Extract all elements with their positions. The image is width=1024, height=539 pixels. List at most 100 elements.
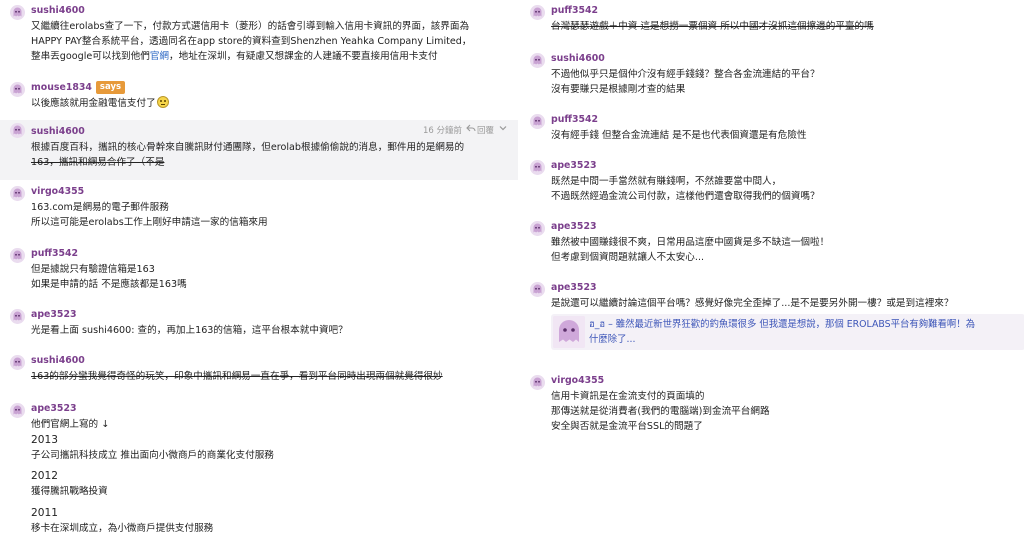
avatar-icon[interactable] — [10, 5, 25, 20]
username-link[interactable]: virgo4355 — [551, 373, 604, 388]
history-year: 2011 — [31, 506, 58, 519]
comment-text-line: 163.com是網易的電子郵件服務 — [31, 200, 510, 215]
comment-text: 安全與否就是金流平台SSL的問題了 — [551, 421, 703, 433]
comment-item: virgo4355 163.com是網易的電子郵件服務 所以這可能是erolabs工… — [0, 183, 518, 230]
username-link[interactable]: ape3523 — [31, 401, 77, 416]
avatar-icon[interactable] — [10, 123, 25, 138]
comment-header: ape3523 — [31, 400, 510, 417]
comment-item: ape3523 他們官網上寫的 ↓ 2013 子公司攜訊科技成立 推出面向小微商戶的商… — [0, 400, 518, 536]
history-text: 移卡在深圳成立，為小微商戶提供支付服務 — [31, 522, 214, 534]
comment-text-line: 那傳送就是從消費者(我們的電腦端)到金流平台網路 — [551, 404, 1016, 419]
username-link[interactable]: sushi4600 — [31, 124, 85, 139]
avatar-icon[interactable] — [10, 186, 25, 201]
comment-text-line: 如果是申請的話 不是應該都是163嗎 — [31, 277, 510, 292]
avatar-icon[interactable] — [530, 114, 545, 129]
comment-text: 根據百度百科，攜訊的核心骨幹來自騰訊財付通團隊，但erolab根據偷偷說的消息，… — [31, 142, 465, 153]
strikethrough-text: 163，攜訊和網易合作了（不是 — [31, 157, 165, 169]
comment-text-line: 但是據說只有驗證信箱是163 — [31, 262, 510, 277]
avatar-icon[interactable] — [530, 221, 545, 236]
smiley-emoji-icon — [156, 96, 169, 108]
history-text: 獲得騰訊戰略投資 — [31, 486, 108, 498]
username-link[interactable]: puff3542 — [551, 112, 598, 127]
quote-text: ฮ_ฮ – 雖然最近新世界狂歡的釣魚環很多 但我還是想說，那個 EROLABS平… — [589, 319, 976, 331]
comment-text-line: 雖然被中國賺錢很不爽，日常用品這麼中國貨是多不缺這一個啦！ — [551, 235, 1016, 250]
comment-text: 不過他似乎只是個仲介沒有經手錢錢？整合各金流連結的平台？ — [551, 69, 820, 80]
comment-text: 不過既然經過金流公司付款，這樣他們還會取得我們的個資嗎？ — [551, 191, 820, 203]
comment-text: 如果是申請的話 不是應該都是163嗎 — [31, 279, 187, 291]
history-text: 子公司攜訊科技成立 推出面向小微商戶的商業化支付服務 — [31, 450, 274, 462]
reply-arrow-icon — [466, 123, 476, 139]
comment-text: 他們官網上寫的 ↓ — [31, 419, 110, 430]
avatar-icon[interactable] — [10, 82, 25, 97]
comment-item: sushi4600 不過他似乎只是個仲介沒有經手錢錢？整合各金流連結的平台？ 沒有要… — [520, 50, 1024, 97]
comment-header: virgo4355 — [31, 183, 510, 200]
comment-text-line: 根據百度百科，攜訊的核心骨幹來自騰訊財付通團隊，但erolab根據偷偷說的消息，… — [31, 140, 510, 155]
avatar-icon[interactable] — [10, 403, 25, 418]
avatar-icon[interactable] — [530, 282, 545, 297]
comment-text-line: 但考慮到個資問題就讓人不太安心... — [551, 250, 1016, 265]
comment-text-line: 又繼續往erolabs查了一下，付款方式選信用卡（菱形）的話會引導到輸入信用卡資… — [31, 19, 510, 34]
avatar-icon[interactable] — [530, 375, 545, 390]
username-link[interactable]: puff3542 — [31, 246, 78, 261]
comment-text-line: 既然是中間一手當然就有賺錢啊，不然誰要當中間人， — [551, 174, 1016, 189]
comment-header: sushi4600 — [31, 2, 510, 19]
comment-text-line: 163，攜訊和網易合作了（不是 — [31, 155, 510, 170]
comment-header: mouse1834 says — [31, 79, 510, 96]
username-link[interactable]: sushi4600 — [551, 51, 605, 66]
comment-item: sushi4600 163的部分蠻我覺得奇怪的玩笑，印象中攜訊和網易一直在爭，看到… — [0, 352, 518, 384]
username-link[interactable]: ape3523 — [551, 219, 597, 234]
quote-thumbnail-icon — [553, 316, 585, 349]
comment-text: 信用卡資訊是在金流支付的頁面填的 — [551, 391, 705, 402]
comment-header: puff3542 — [31, 245, 510, 262]
comment-text-line: 163的部分蠻我覺得奇怪的玩笑，印象中攜訊和網易一直在爭，看到平台同時出現兩個就… — [31, 369, 510, 384]
username-link[interactable]: ape3523 — [31, 307, 77, 322]
avatar-icon[interactable] — [530, 160, 545, 175]
username-link[interactable]: ape3523 — [551, 158, 597, 173]
chevron-down-icon[interactable] — [498, 123, 508, 139]
comment-header: ape3523 — [551, 218, 1016, 235]
comment-header: puff3542 — [551, 111, 1016, 128]
avatar-icon[interactable] — [10, 355, 25, 370]
official-site-link[interactable]: 官網 — [150, 51, 169, 62]
comment-text: 光是看上面 sushi4600: 查的，再加上163的信箱，這平台根本就中資吧？ — [31, 325, 348, 336]
comment-text: ，地址在深圳，有疑慮又想課金的人建議不要直接用信用卡支付 — [169, 51, 438, 63]
avatar-icon[interactable] — [530, 5, 545, 20]
comment-text-line: HAPPY PAY整合系統平台，透過同名在app store的資料查到Shenz… — [31, 34, 510, 49]
comment-timestamp: 16 分鐘前 — [422, 125, 462, 136]
username-link[interactable]: mouse1834 — [31, 80, 92, 95]
comment-item: ape3523 是說還可以繼續討論這個平台嗎？感覺好像完全歪掉了...是不是要另外… — [520, 279, 1024, 351]
quote-text: 什麼除了... — [589, 334, 636, 346]
comment-text: 整串丟google可以找到他們 — [31, 51, 150, 63]
username-link[interactable]: puff3542 — [551, 3, 598, 18]
comment-item: virgo4355 信用卡資訊是在金流支付的頁面填的那傳送就是從消費者(我們的電腦… — [520, 372, 1024, 435]
comment-item: puff3542 但是據說只有驗證信箱是163 如果是申請的話 不是應該都是163嗎 — [0, 245, 518, 292]
comment-item: sushi4600 又繼續往erolabs查了一下，付款方式選信用卡（菱形）的話會… — [0, 2, 518, 65]
comment-header: ape3523 — [31, 306, 510, 323]
says-badge: says — [95, 81, 126, 94]
avatar-icon[interactable] — [530, 53, 545, 68]
username-link[interactable]: sushi4600 — [31, 3, 85, 18]
comment-text: 以後應該就用金融電信支付了 — [31, 98, 156, 109]
comment-text-line: 安全與否就是金流平台SSL的問題了 — [551, 419, 1016, 434]
comment-text-line: 是說還可以繼續討論這個平台嗎？感覺好像完全歪掉了...是不是要另外開一樓？或是到… — [551, 296, 1016, 311]
comment-text: 沒有要賺只是根據剛才查的結果 — [551, 84, 686, 96]
comment-text: 沒有經手錢 但整合金流連結 是不是也代表個資還是有危險性 — [551, 130, 807, 141]
comment-text: 163.com是網易的電子郵件服務 — [31, 202, 169, 213]
username-link[interactable]: ape3523 — [551, 280, 597, 295]
comment-text: 那傳送就是從消費者(我們的電腦端)到金流平台網路 — [551, 406, 770, 418]
avatar-icon[interactable] — [10, 309, 25, 324]
comment-text-line: 以後應該就用金融電信支付了 — [31, 96, 510, 111]
comment-item: sushi4600 16 分鐘前 回覆 根據百度百科，攜訊的核心骨幹來自騰訊財付通團隊… — [0, 120, 518, 180]
reply-button[interactable]: 回覆 — [466, 123, 494, 139]
comment-header: ape3523 — [551, 279, 1016, 296]
comment-text: 是說還可以繼續討論這個平台嗎？感覺好像完全歪掉了...是不是要另外開一樓？或是到… — [551, 298, 954, 309]
username-link[interactable]: sushi4600 — [31, 353, 85, 368]
comment-item: ape3523 光是看上面 sushi4600: 查的，再加上163的信箱，這平台… — [0, 306, 518, 338]
comment-header: puff3542 — [551, 2, 1016, 19]
username-link[interactable]: virgo4355 — [31, 184, 84, 199]
comment-text-line: 沒有要賺只是根據剛才查的結果 — [551, 82, 1016, 97]
avatar-icon[interactable] — [10, 248, 25, 263]
comment-item: puff3542 沒有經手錢 但整合金流連結 是不是也代表個資還是有危險性 — [520, 111, 1024, 143]
quoted-comment-card[interactable]: ฮ_ฮ – 雖然最近新世界狂歡的釣魚環很多 但我還是想說，那個 EROLABS平… — [551, 314, 1024, 351]
reply-label: 回覆 — [476, 125, 494, 136]
